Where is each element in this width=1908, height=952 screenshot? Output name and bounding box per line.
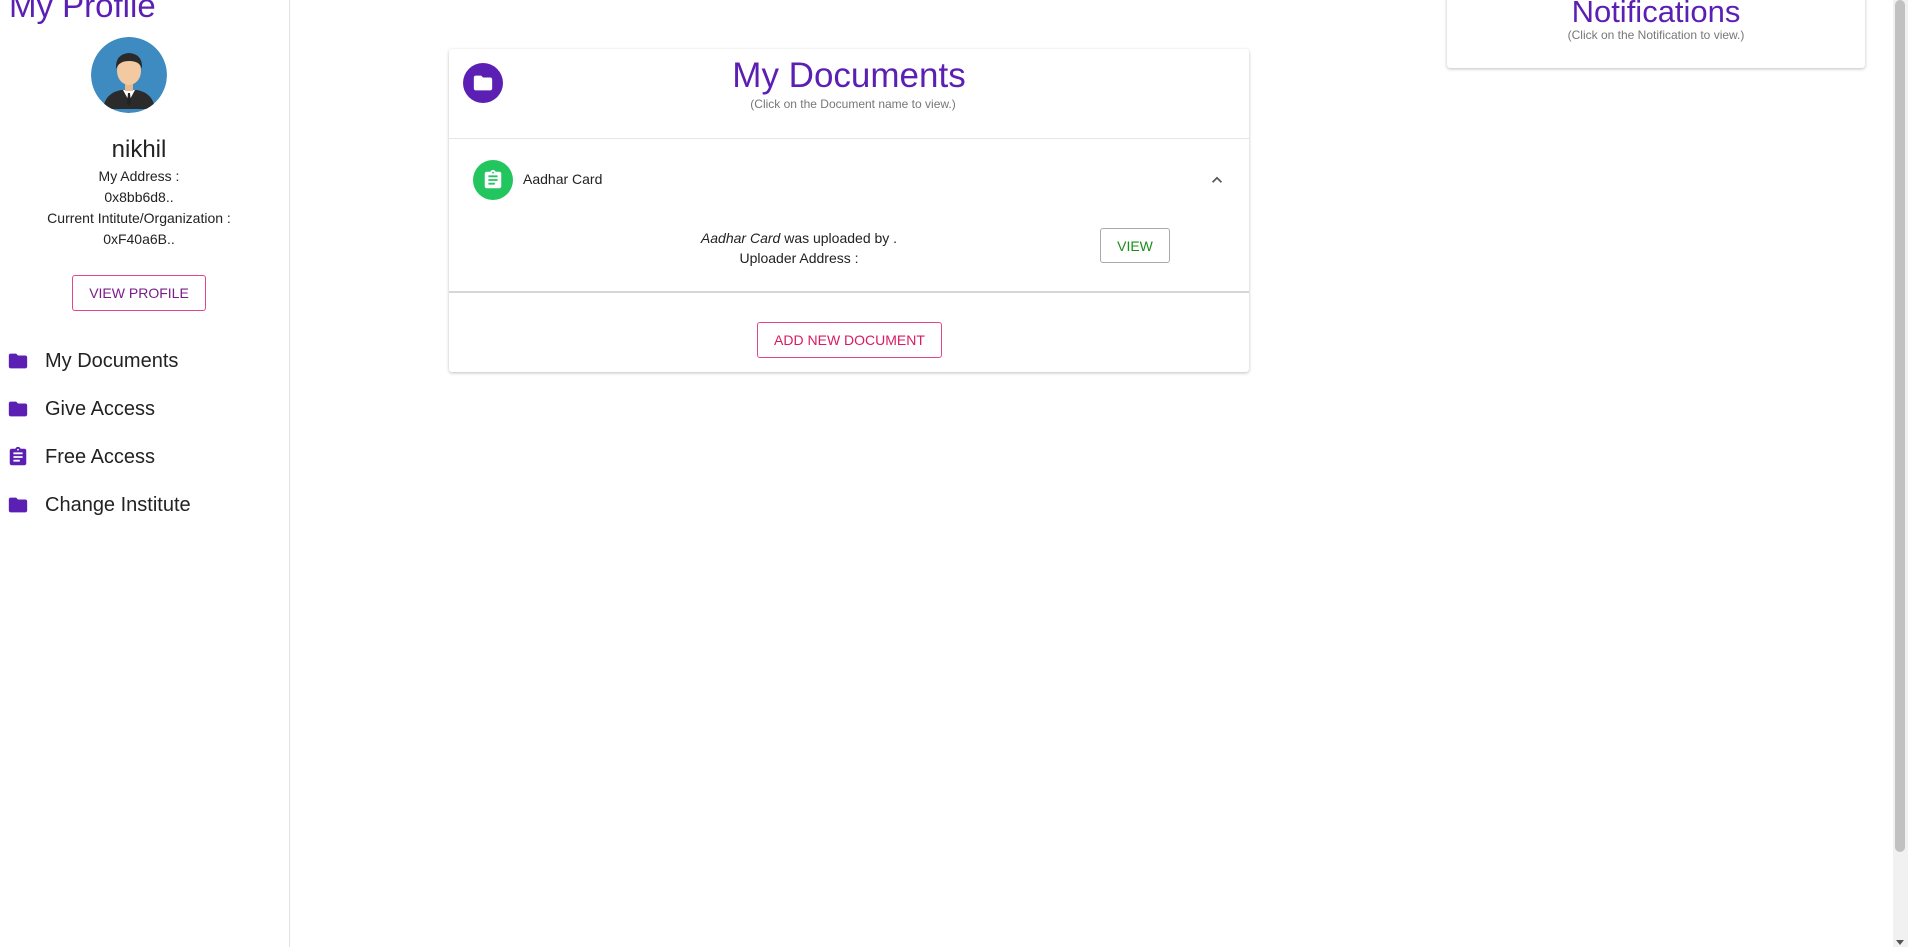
sidebar: My Profile nikhil My Address : 0x8bb6d8.… bbox=[0, 0, 290, 947]
username: nikhil bbox=[111, 136, 167, 163]
uploaded-by-text: was uploaded by . bbox=[780, 230, 898, 246]
divider bbox=[449, 291, 1249, 293]
add-new-document-button[interactable]: ADD NEW DOCUMENT bbox=[757, 322, 942, 358]
sidebar-item-free-access[interactable]: Free Access bbox=[0, 437, 288, 477]
sidebar-item-label: My Documents bbox=[45, 349, 179, 372]
notifications-card: Notifications (Click on the Notification… bbox=[1447, 0, 1865, 68]
folder-icon bbox=[7, 494, 29, 516]
scrollbar[interactable] bbox=[1893, 0, 1908, 947]
page-subtitle: (Click on the Document name to view.) bbox=[750, 97, 956, 111]
uploader-address-label: Uploader Address : bbox=[739, 250, 859, 266]
profile-title: My Profile bbox=[9, 0, 156, 24]
institute-label: Current Intitute/Organization : bbox=[47, 210, 231, 226]
scrollbar-thumb[interactable] bbox=[1895, 0, 1905, 852]
notifications-title: Notifications bbox=[1571, 0, 1741, 29]
notifications-subtitle: (Click on the Notification to view.) bbox=[1567, 28, 1745, 42]
address-label: My Address : bbox=[98, 168, 180, 184]
sidebar-item-my-documents[interactable]: My Documents bbox=[0, 341, 288, 381]
document-description: Aadhar Card was uploaded by . Uploader A… bbox=[649, 228, 949, 268]
document-name-italic: Aadhar Card bbox=[700, 230, 781, 246]
address-value: 0x8bb6d8.. bbox=[104, 189, 174, 205]
chevron-up-icon[interactable] bbox=[1207, 170, 1227, 190]
folder-icon bbox=[7, 398, 29, 420]
sidebar-item-label: Give Access bbox=[45, 397, 156, 420]
folder-icon bbox=[7, 350, 29, 372]
view-profile-button[interactable]: VIEW PROFILE bbox=[72, 275, 206, 311]
clipboard-icon bbox=[7, 446, 29, 468]
page-title: My Documents bbox=[732, 56, 966, 95]
sidebar-item-label: Change Institute bbox=[45, 493, 191, 516]
sidebar-item-change-institute[interactable]: Change Institute bbox=[0, 485, 288, 525]
clipboard-icon bbox=[473, 160, 513, 200]
sidebar-item-give-access[interactable]: Give Access bbox=[0, 389, 288, 429]
sidebar-item-label: Free Access bbox=[45, 445, 156, 468]
institute-value: 0xF40a6B.. bbox=[103, 231, 175, 247]
view-document-button[interactable]: VIEW bbox=[1100, 228, 1170, 263]
documents-card: My Documents (Click on the Document name… bbox=[449, 49, 1249, 372]
document-name[interactable]: Aadhar Card bbox=[523, 171, 602, 187]
divider bbox=[449, 138, 1249, 139]
scroll-down-icon[interactable] bbox=[1895, 934, 1905, 945]
avatar bbox=[91, 37, 167, 113]
